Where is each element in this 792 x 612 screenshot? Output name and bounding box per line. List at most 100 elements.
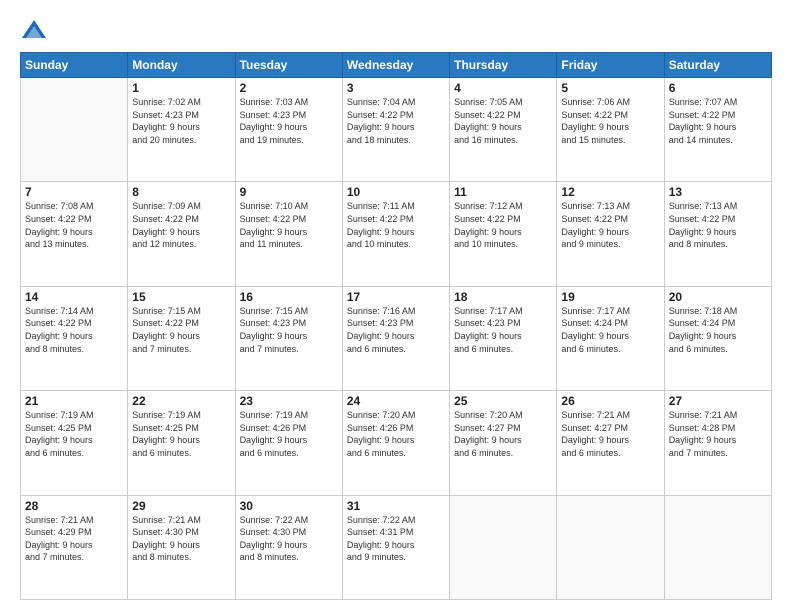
logo <box>20 16 52 44</box>
day-cell: 11Sunrise: 7:12 AM Sunset: 4:22 PM Dayli… <box>450 182 557 286</box>
day-info: Sunrise: 7:17 AM Sunset: 4:23 PM Dayligh… <box>454 305 552 355</box>
day-cell: 14Sunrise: 7:14 AM Sunset: 4:22 PM Dayli… <box>21 286 128 390</box>
day-number: 6 <box>669 81 767 95</box>
day-info: Sunrise: 7:05 AM Sunset: 4:22 PM Dayligh… <box>454 96 552 146</box>
weekday-header-sunday: Sunday <box>21 53 128 78</box>
day-number: 10 <box>347 185 445 199</box>
day-info: Sunrise: 7:06 AM Sunset: 4:22 PM Dayligh… <box>561 96 659 146</box>
weekday-header-thursday: Thursday <box>450 53 557 78</box>
day-cell: 21Sunrise: 7:19 AM Sunset: 4:25 PM Dayli… <box>21 391 128 495</box>
day-info: Sunrise: 7:20 AM Sunset: 4:27 PM Dayligh… <box>454 409 552 459</box>
day-number: 4 <box>454 81 552 95</box>
calendar-table: SundayMondayTuesdayWednesdayThursdayFrid… <box>20 52 772 600</box>
header <box>20 16 772 44</box>
day-number: 19 <box>561 290 659 304</box>
day-cell: 13Sunrise: 7:13 AM Sunset: 4:22 PM Dayli… <box>664 182 771 286</box>
day-number: 30 <box>240 499 338 513</box>
day-cell: 17Sunrise: 7:16 AM Sunset: 4:23 PM Dayli… <box>342 286 449 390</box>
day-cell: 6Sunrise: 7:07 AM Sunset: 4:22 PM Daylig… <box>664 78 771 182</box>
day-cell: 24Sunrise: 7:20 AM Sunset: 4:26 PM Dayli… <box>342 391 449 495</box>
day-info: Sunrise: 7:18 AM Sunset: 4:24 PM Dayligh… <box>669 305 767 355</box>
day-number: 23 <box>240 394 338 408</box>
day-info: Sunrise: 7:21 AM Sunset: 4:30 PM Dayligh… <box>132 514 230 564</box>
day-info: Sunrise: 7:11 AM Sunset: 4:22 PM Dayligh… <box>347 200 445 250</box>
day-number: 15 <box>132 290 230 304</box>
day-cell: 8Sunrise: 7:09 AM Sunset: 4:22 PM Daylig… <box>128 182 235 286</box>
day-number: 5 <box>561 81 659 95</box>
day-info: Sunrise: 7:13 AM Sunset: 4:22 PM Dayligh… <box>669 200 767 250</box>
day-cell: 7Sunrise: 7:08 AM Sunset: 4:22 PM Daylig… <box>21 182 128 286</box>
day-info: Sunrise: 7:20 AM Sunset: 4:26 PM Dayligh… <box>347 409 445 459</box>
day-number: 1 <box>132 81 230 95</box>
day-number: 3 <box>347 81 445 95</box>
weekday-header-row: SundayMondayTuesdayWednesdayThursdayFrid… <box>21 53 772 78</box>
day-info: Sunrise: 7:03 AM Sunset: 4:23 PM Dayligh… <box>240 96 338 146</box>
day-cell: 10Sunrise: 7:11 AM Sunset: 4:22 PM Dayli… <box>342 182 449 286</box>
day-number: 24 <box>347 394 445 408</box>
day-number: 26 <box>561 394 659 408</box>
week-row-3: 21Sunrise: 7:19 AM Sunset: 4:25 PM Dayli… <box>21 391 772 495</box>
day-number: 27 <box>669 394 767 408</box>
day-number: 20 <box>669 290 767 304</box>
day-cell: 30Sunrise: 7:22 AM Sunset: 4:30 PM Dayli… <box>235 495 342 599</box>
day-info: Sunrise: 7:21 AM Sunset: 4:28 PM Dayligh… <box>669 409 767 459</box>
day-info: Sunrise: 7:15 AM Sunset: 4:23 PM Dayligh… <box>240 305 338 355</box>
day-info: Sunrise: 7:14 AM Sunset: 4:22 PM Dayligh… <box>25 305 123 355</box>
day-cell: 23Sunrise: 7:19 AM Sunset: 4:26 PM Dayli… <box>235 391 342 495</box>
day-cell: 12Sunrise: 7:13 AM Sunset: 4:22 PM Dayli… <box>557 182 664 286</box>
day-info: Sunrise: 7:16 AM Sunset: 4:23 PM Dayligh… <box>347 305 445 355</box>
day-number: 11 <box>454 185 552 199</box>
day-cell: 5Sunrise: 7:06 AM Sunset: 4:22 PM Daylig… <box>557 78 664 182</box>
day-info: Sunrise: 7:10 AM Sunset: 4:22 PM Dayligh… <box>240 200 338 250</box>
day-number: 25 <box>454 394 552 408</box>
day-number: 22 <box>132 394 230 408</box>
day-info: Sunrise: 7:19 AM Sunset: 4:25 PM Dayligh… <box>25 409 123 459</box>
day-info: Sunrise: 7:19 AM Sunset: 4:26 PM Dayligh… <box>240 409 338 459</box>
day-info: Sunrise: 7:22 AM Sunset: 4:31 PM Dayligh… <box>347 514 445 564</box>
day-number: 21 <box>25 394 123 408</box>
day-cell: 25Sunrise: 7:20 AM Sunset: 4:27 PM Dayli… <box>450 391 557 495</box>
day-info: Sunrise: 7:07 AM Sunset: 4:22 PM Dayligh… <box>669 96 767 146</box>
day-number: 17 <box>347 290 445 304</box>
day-info: Sunrise: 7:04 AM Sunset: 4:22 PM Dayligh… <box>347 96 445 146</box>
week-row-0: 1Sunrise: 7:02 AM Sunset: 4:23 PM Daylig… <box>21 78 772 182</box>
day-cell: 28Sunrise: 7:21 AM Sunset: 4:29 PM Dayli… <box>21 495 128 599</box>
day-cell: 31Sunrise: 7:22 AM Sunset: 4:31 PM Dayli… <box>342 495 449 599</box>
day-number: 16 <box>240 290 338 304</box>
day-cell: 3Sunrise: 7:04 AM Sunset: 4:22 PM Daylig… <box>342 78 449 182</box>
day-cell: 26Sunrise: 7:21 AM Sunset: 4:27 PM Dayli… <box>557 391 664 495</box>
day-number: 28 <box>25 499 123 513</box>
day-number: 8 <box>132 185 230 199</box>
weekday-header-tuesday: Tuesday <box>235 53 342 78</box>
day-cell: 4Sunrise: 7:05 AM Sunset: 4:22 PM Daylig… <box>450 78 557 182</box>
day-number: 12 <box>561 185 659 199</box>
day-cell <box>664 495 771 599</box>
day-info: Sunrise: 7:17 AM Sunset: 4:24 PM Dayligh… <box>561 305 659 355</box>
logo-icon <box>20 16 48 44</box>
day-cell <box>21 78 128 182</box>
day-cell: 9Sunrise: 7:10 AM Sunset: 4:22 PM Daylig… <box>235 182 342 286</box>
day-number: 14 <box>25 290 123 304</box>
day-cell <box>557 495 664 599</box>
day-info: Sunrise: 7:19 AM Sunset: 4:25 PM Dayligh… <box>132 409 230 459</box>
day-cell: 1Sunrise: 7:02 AM Sunset: 4:23 PM Daylig… <box>128 78 235 182</box>
day-cell: 19Sunrise: 7:17 AM Sunset: 4:24 PM Dayli… <box>557 286 664 390</box>
day-number: 13 <box>669 185 767 199</box>
day-info: Sunrise: 7:21 AM Sunset: 4:29 PM Dayligh… <box>25 514 123 564</box>
day-info: Sunrise: 7:09 AM Sunset: 4:22 PM Dayligh… <box>132 200 230 250</box>
day-number: 2 <box>240 81 338 95</box>
day-number: 7 <box>25 185 123 199</box>
day-info: Sunrise: 7:21 AM Sunset: 4:27 PM Dayligh… <box>561 409 659 459</box>
day-number: 29 <box>132 499 230 513</box>
day-cell: 18Sunrise: 7:17 AM Sunset: 4:23 PM Dayli… <box>450 286 557 390</box>
weekday-header-monday: Monday <box>128 53 235 78</box>
weekday-header-saturday: Saturday <box>664 53 771 78</box>
day-info: Sunrise: 7:15 AM Sunset: 4:22 PM Dayligh… <box>132 305 230 355</box>
day-cell: 22Sunrise: 7:19 AM Sunset: 4:25 PM Dayli… <box>128 391 235 495</box>
day-cell <box>450 495 557 599</box>
week-row-2: 14Sunrise: 7:14 AM Sunset: 4:22 PM Dayli… <box>21 286 772 390</box>
day-cell: 15Sunrise: 7:15 AM Sunset: 4:22 PM Dayli… <box>128 286 235 390</box>
day-number: 9 <box>240 185 338 199</box>
day-cell: 27Sunrise: 7:21 AM Sunset: 4:28 PM Dayli… <box>664 391 771 495</box>
weekday-header-friday: Friday <box>557 53 664 78</box>
